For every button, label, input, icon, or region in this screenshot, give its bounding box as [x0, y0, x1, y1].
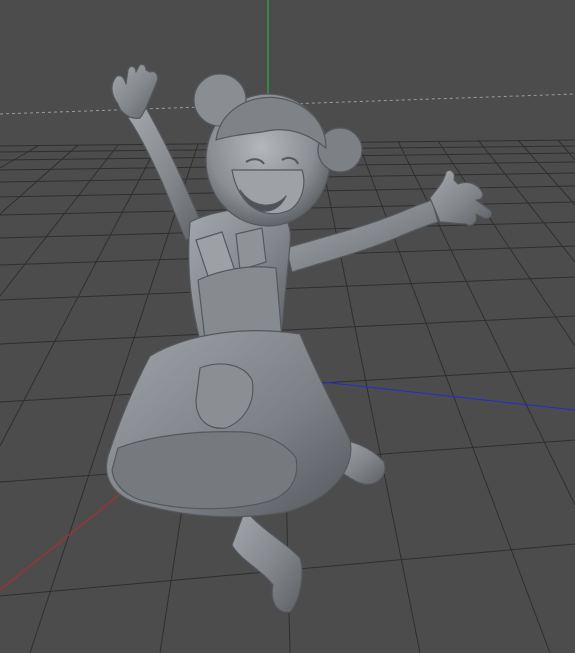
3d-viewport[interactable]: [0, 0, 575, 653]
viewport-canvas[interactable]: [0, 0, 575, 653]
